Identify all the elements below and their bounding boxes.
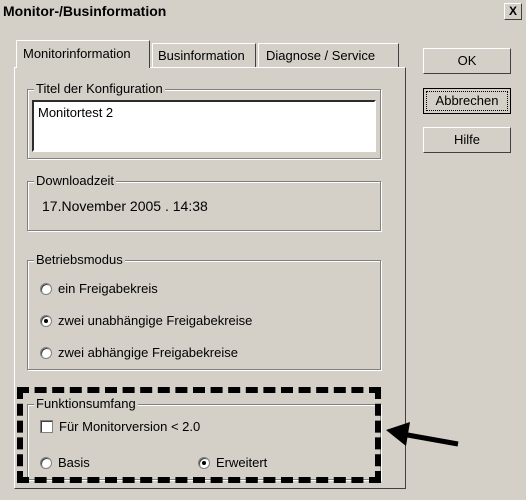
radio-button[interactable] [40, 282, 52, 295]
tab-businformation[interactable]: Businformation [152, 43, 256, 67]
tab-label: Businformation [158, 48, 245, 63]
title-bar[interactable]: Monitor-/Businformation X [0, 0, 526, 22]
radio-button[interactable] [40, 314, 52, 327]
radio-label: zwei unabhängige Freigabekreise [58, 313, 253, 328]
tab-monitorinformation[interactable]: Monitorinformation [16, 40, 150, 68]
download-time-label: Downloadzeit [34, 173, 117, 188]
mode-option-one-circuit[interactable]: ein Freigabekreis [40, 281, 158, 296]
radio-label: zwei abhängige Freigabekreise [58, 345, 238, 360]
operating-mode-group: Betriebsmodus ein Freigabekreis zwei una… [27, 252, 381, 370]
download-time-group: Downloadzeit 17.November 2005 . 14:38 [27, 173, 381, 231]
mode-option-two-dependent[interactable]: zwei abhängige Freigabekreise [40, 345, 238, 360]
close-button[interactable]: X [504, 3, 522, 20]
radio-label: ein Freigabekreis [58, 281, 158, 296]
tab-label: Monitorinformation [23, 46, 131, 61]
tab-label: Diagnose / Service [266, 48, 376, 63]
radio-button[interactable] [40, 346, 52, 359]
pointer-arrow-icon [386, 422, 459, 447]
config-title-label: Titel der Konfiguration [34, 81, 165, 96]
download-time-value: 17.November 2005 . 14:38 [42, 198, 208, 214]
config-title-input[interactable]: Monitortest 2 [32, 100, 376, 152]
cancel-button[interactable]: Abbrechen [423, 88, 511, 114]
ok-button[interactable]: OK [423, 48, 511, 74]
mode-option-two-independent[interactable]: zwei unabhängige Freigabekreise [40, 313, 252, 328]
highlight-dashed-frame [17, 387, 381, 483]
help-button[interactable]: Hilfe [423, 127, 511, 153]
dialog-window: Monitor-/Businformation X Monitorinforma… [0, 0, 526, 500]
config-title-group: Titel der Konfiguration Monitortest 2 [27, 81, 381, 159]
tab-diagnose-service[interactable]: Diagnose / Service [258, 43, 399, 67]
operating-mode-label: Betriebsmodus [34, 252, 125, 267]
window-title: Monitor-/Businformation [3, 3, 167, 19]
